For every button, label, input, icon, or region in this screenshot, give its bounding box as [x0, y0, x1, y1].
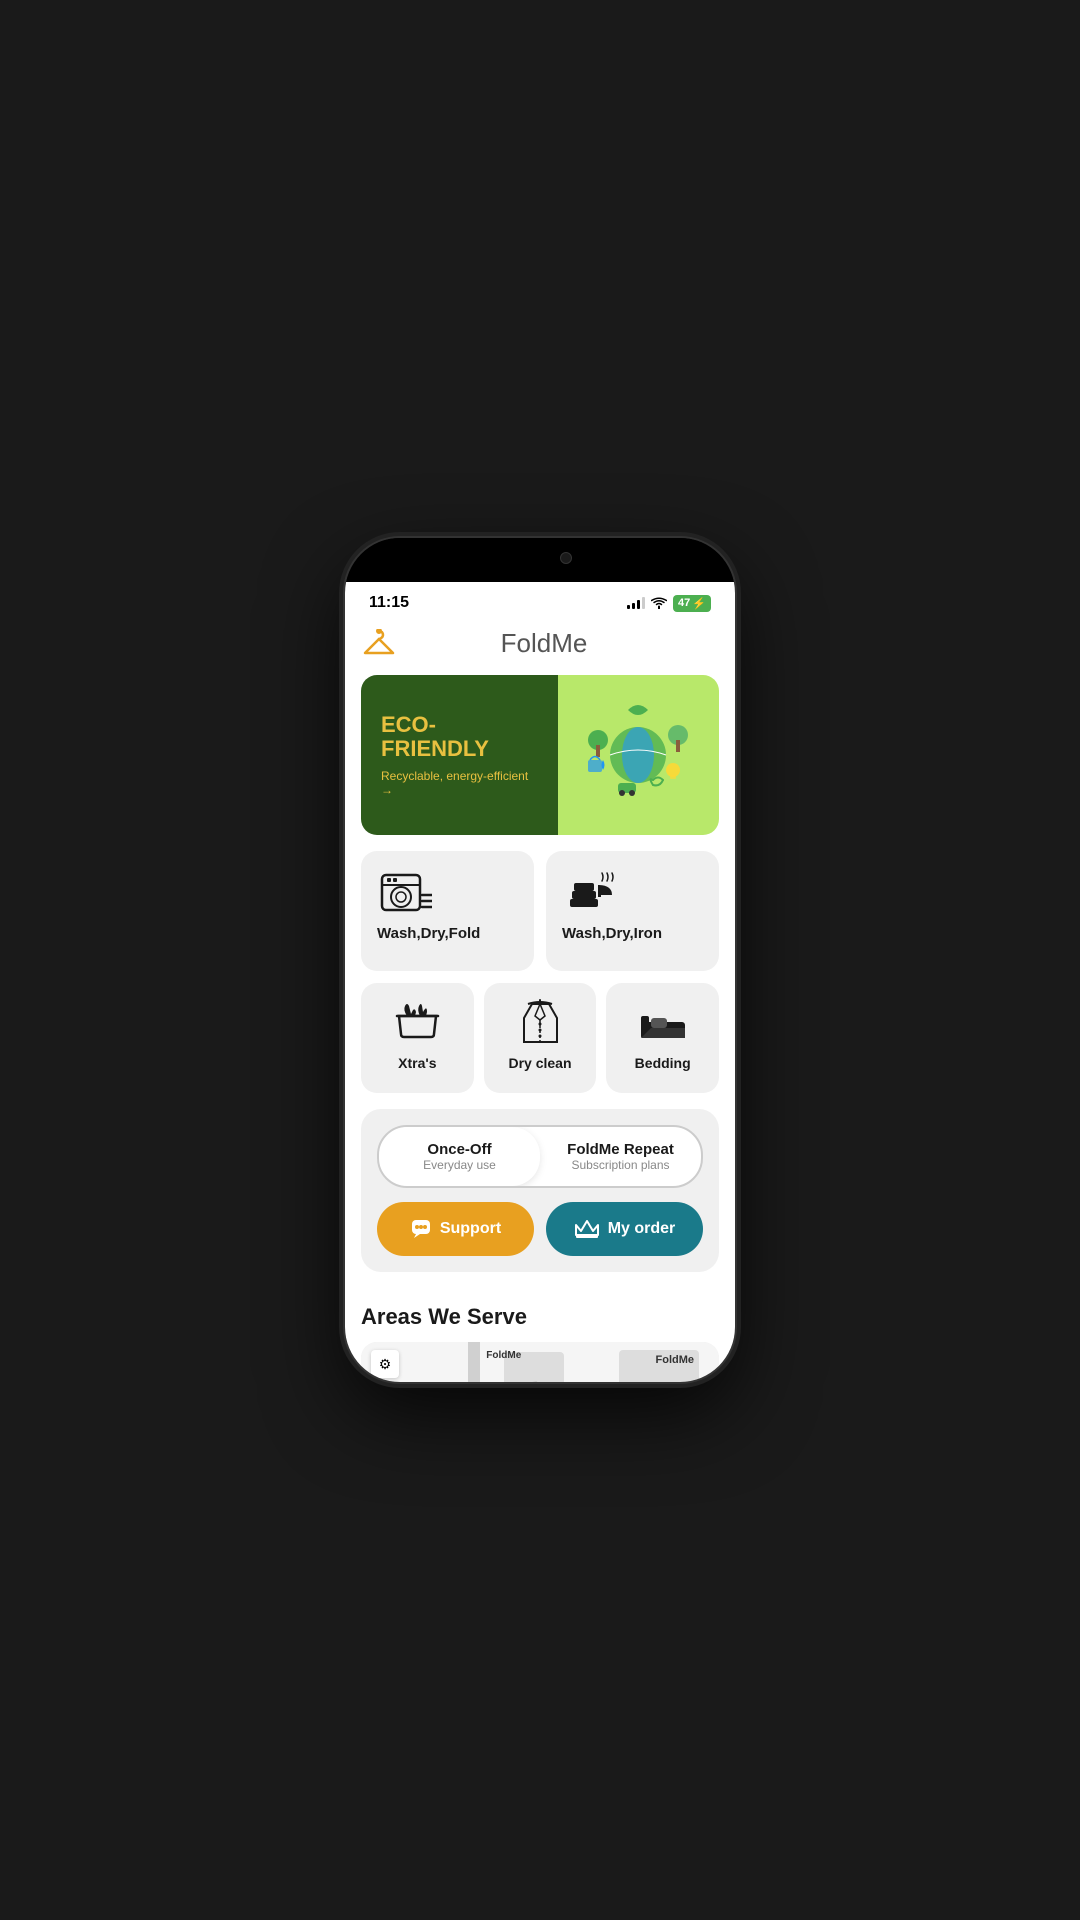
- bedding-icon: [637, 997, 689, 1047]
- main-content: FoldMe ECO-FRIENDLY Recyclable, energy-e…: [345, 616, 735, 1304]
- once-off-sub: Everyday use: [389, 1158, 530, 1172]
- repeat-toggle[interactable]: FoldMe Repeat Subscription plans: [540, 1127, 701, 1186]
- eco-subtitle: Recyclable, energy-efficient →: [381, 769, 538, 797]
- service-wash-dry-fold[interactable]: Wash,Dry,Fold: [361, 851, 534, 971]
- status-icons: 47 ⚡: [627, 595, 711, 612]
- areas-title: Areas We Serve: [361, 1304, 719, 1330]
- toggle-section: Once-Off Everyday use FoldMe Repeat Subs…: [361, 1109, 719, 1272]
- map-container[interactable]: 📍 FoldMe FoldMe ⚙: [361, 1342, 719, 1382]
- service-xtras[interactable]: Xtra's: [361, 983, 474, 1093]
- repeat-label: FoldMe Repeat: [550, 1141, 691, 1158]
- phone-frame: 11:15 47 ⚡: [345, 538, 735, 1382]
- eco-banner-left: ECO-FRIENDLY Recyclable, energy-efficien…: [361, 675, 558, 835]
- service-wash-dry-iron-label: Wash,Dry,Iron: [562, 925, 662, 942]
- service-wash-dry-fold-label: Wash,Dry,Fold: [377, 925, 480, 942]
- map-background: 📍 FoldMe FoldMe ⚙: [361, 1342, 719, 1382]
- status-time: 11:15: [369, 594, 409, 612]
- support-label: Support: [440, 1220, 501, 1238]
- wifi-icon: [651, 597, 667, 609]
- eco-illustration: [578, 695, 698, 815]
- battery-indicator: 47 ⚡: [673, 595, 711, 612]
- once-off-label: Once-Off: [389, 1141, 530, 1158]
- app-title: FoldMe: [413, 628, 675, 659]
- notch-pill: [480, 546, 600, 576]
- status-bar: 11:15 47 ⚡: [345, 582, 735, 616]
- once-off-toggle[interactable]: Once-Off Everyday use: [379, 1127, 540, 1186]
- wash-dry-iron-icon: [562, 867, 617, 917]
- front-camera: [560, 552, 572, 564]
- notch: [345, 538, 735, 582]
- service-row-2: Xtra's: [361, 983, 719, 1093]
- dry-clean-icon: [518, 997, 563, 1047]
- order-label: My order: [608, 1220, 676, 1238]
- eco-banner-right: [558, 675, 719, 835]
- support-button[interactable]: Support: [377, 1202, 534, 1256]
- service-dry-clean-label: Dry clean: [508, 1055, 571, 1071]
- signal-icon: [627, 597, 645, 609]
- map-route: [361, 1342, 719, 1382]
- service-type-toggle[interactable]: Once-Off Everyday use FoldMe Repeat Subs…: [377, 1125, 703, 1188]
- app-header: FoldMe: [361, 616, 719, 675]
- eco-banner[interactable]: ECO-FRIENDLY Recyclable, energy-efficien…: [361, 675, 719, 835]
- service-bedding-label: Bedding: [635, 1055, 691, 1071]
- action-buttons: Support My order: [377, 1202, 703, 1256]
- service-row-1: Wash,Dry,Fold: [361, 851, 719, 971]
- repeat-sub: Subscription plans: [550, 1158, 691, 1172]
- service-xtras-label: Xtra's: [398, 1055, 436, 1071]
- phone-screen: 11:15 47 ⚡: [345, 538, 735, 1382]
- service-dry-clean[interactable]: Dry clean: [484, 983, 597, 1093]
- service-wash-dry-iron[interactable]: Wash,Dry,Iron: [546, 851, 719, 971]
- hanger-icon: [361, 629, 397, 659]
- service-bedding[interactable]: Bedding: [606, 983, 719, 1093]
- order-crown-icon: [574, 1219, 600, 1239]
- battery-level: 47: [678, 597, 690, 609]
- support-chat-icon: [410, 1218, 432, 1240]
- areas-section: Areas We Serve: [345, 1304, 735, 1382]
- wash-dry-fold-icon: [377, 867, 432, 917]
- xtras-icon: [395, 997, 440, 1047]
- eco-title: ECO-FRIENDLY: [381, 713, 538, 761]
- battery-charge-icon: ⚡: [692, 597, 706, 610]
- my-order-button[interactable]: My order: [546, 1202, 703, 1256]
